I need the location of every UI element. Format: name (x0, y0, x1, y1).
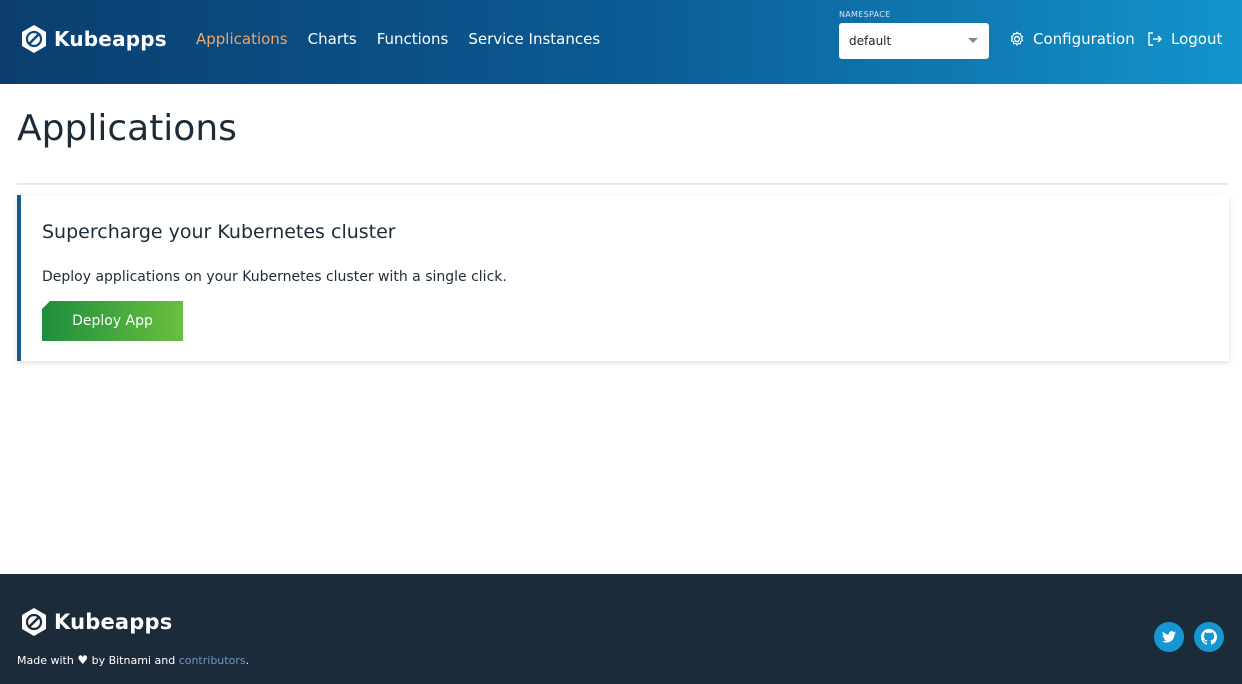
github-button[interactable] (1194, 622, 1224, 652)
period-text: . (245, 654, 250, 667)
kubeapps-logo-icon (22, 25, 46, 53)
nav-functions[interactable]: Functions (377, 30, 449, 48)
by-bitnami-text: by Bitnami and (91, 654, 176, 667)
configuration-label: Configuration (1033, 30, 1135, 48)
gear-icon (1010, 31, 1024, 46)
footer-brand-name: Kubeapps (54, 610, 173, 634)
welcome-card: Supercharge your Kubernetes cluster Depl… (17, 195, 1229, 361)
card-heading: Supercharge your Kubernetes cluster (42, 221, 396, 243)
heart-icon: ♥ (77, 653, 89, 667)
nav-service-instances[interactable]: Service Instances (468, 30, 600, 48)
top-header: Kubeapps Applications Charts Functions S… (0, 0, 1242, 84)
title-divider (17, 183, 1229, 185)
nav-charts[interactable]: Charts (308, 30, 357, 48)
made-with-text: Made with (17, 654, 74, 667)
main-nav: Applications Charts Functions Service In… (196, 30, 600, 48)
namespace-label: NAMESPACE (839, 10, 891, 19)
logout-link[interactable]: Logout (1147, 30, 1222, 48)
page-title: Applications (17, 108, 237, 149)
brand-name: Kubeapps (54, 27, 167, 51)
namespace-selector: NAMESPACE default (839, 10, 989, 59)
twitter-icon (1162, 631, 1176, 643)
namespace-dropdown[interactable]: default (839, 23, 989, 59)
footer-brand: Kubeapps (20, 607, 172, 637)
kubeapps-logo-icon (22, 608, 46, 636)
header-brand[interactable]: Kubeapps (20, 24, 167, 54)
namespace-value: default (849, 34, 892, 48)
configuration-link[interactable]: Configuration (1009, 30, 1135, 48)
logout-icon (1148, 32, 1162, 46)
card-text: Deploy applications on your Kubernetes c… (42, 269, 507, 285)
contributors-link[interactable]: contributors (179, 654, 246, 667)
caret-down-icon (968, 38, 978, 43)
github-icon (1201, 629, 1217, 645)
page-footer: Kubeapps Made with ♥ by Bitnami and cont… (0, 574, 1242, 684)
twitter-button[interactable] (1154, 622, 1184, 652)
nav-applications[interactable]: Applications (196, 30, 288, 48)
footer-credits: Made with ♥ by Bitnami and contributors. (17, 653, 249, 667)
deploy-app-button[interactable]: Deploy App (42, 301, 183, 341)
logout-label: Logout (1171, 30, 1223, 48)
